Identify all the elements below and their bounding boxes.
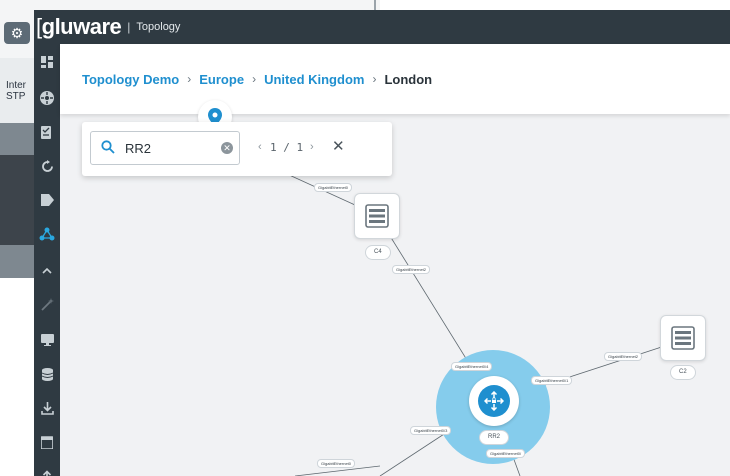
device-node-c2[interactable] <box>660 315 706 361</box>
search-input[interactable]: RR2 ✕ <box>90 131 240 165</box>
breadcrumb: Topology Demo › Europe › United Kingdom … <box>60 44 730 114</box>
edge-label: GigabitEthernet0 <box>317 459 356 468</box>
router-icon <box>478 385 510 417</box>
next-result-button[interactable]: › <box>310 141 314 153</box>
breadcrumb-item-topology-demo[interactable]: Topology Demo <box>82 72 179 87</box>
edge-label: GigabitEthernet0/1 <box>531 376 573 385</box>
screen: ⚙ Inter STP [gluware | Topology Topology… <box>0 0 730 476</box>
server-icon <box>365 204 389 228</box>
breadcrumb-separator: › <box>372 72 377 86</box>
device-node-rr2[interactable] <box>469 376 519 426</box>
node-label-c4: C4 <box>365 245 391 260</box>
node-label-c2: C2 <box>670 365 696 380</box>
edge-label: GigabitEthernet2 <box>392 265 431 274</box>
result-counter: 1 / 1 <box>270 141 304 154</box>
previous-result-button[interactable]: ‹ <box>258 141 262 153</box>
server-icon <box>671 326 695 350</box>
device-node-c4[interactable] <box>354 193 400 239</box>
node-label-rr2: RR2 <box>479 430 510 445</box>
edge-label: GigabitEthernet0/ <box>486 449 526 458</box>
clear-search-icon[interactable]: ✕ <box>221 142 233 154</box>
breadcrumb-separator: › <box>252 72 257 86</box>
search-input-value: RR2 <box>125 141 152 156</box>
edge-label: GigabitEthernet0 <box>314 183 353 192</box>
search-icon <box>101 140 115 154</box>
edge-label: GigabitEthernet0/3 <box>410 426 452 435</box>
edge-label: GigabitEthernet0/4 <box>451 362 493 371</box>
breadcrumb-separator: › <box>187 72 192 86</box>
breadcrumb-item-europe[interactable]: Europe <box>199 72 244 87</box>
breadcrumb-item-united-kingdom[interactable]: United Kingdom <box>264 72 364 87</box>
search-panel: RR2 ✕ ‹ 1 / 1 › ✕ <box>82 122 392 176</box>
edge-label: GigabitEthernet2 <box>604 352 643 361</box>
breadcrumb-item-london: London <box>384 71 433 87</box>
close-search-button[interactable]: ✕ <box>332 137 345 155</box>
